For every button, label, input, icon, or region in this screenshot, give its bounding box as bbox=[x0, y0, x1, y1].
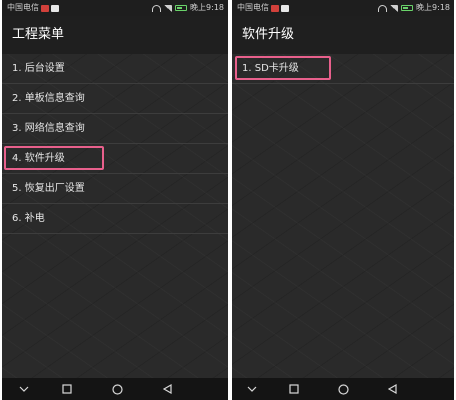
image-notification-icon bbox=[51, 4, 59, 12]
nav-bar bbox=[2, 378, 228, 400]
status-bar: 中国电信 晚上9:18 bbox=[2, 0, 228, 16]
status-bar: 中国电信 晚上9:18 bbox=[232, 0, 454, 16]
carrier-label: 中国电信 bbox=[7, 3, 39, 12]
wifi-icon bbox=[152, 4, 162, 12]
square-recent-icon[interactable] bbox=[57, 378, 77, 400]
menu-item-recharge[interactable]: 6. 补电 bbox=[2, 204, 228, 234]
carrier-area: 中国电信 bbox=[7, 0, 59, 16]
chevron-down-icon[interactable] bbox=[242, 378, 262, 400]
notification-icon bbox=[271, 4, 279, 12]
image-notification-icon bbox=[281, 4, 289, 12]
triangle-back-icon[interactable] bbox=[157, 378, 177, 400]
chevron-down-icon[interactable] bbox=[14, 378, 34, 400]
menu-item-factory-reset[interactable]: 5. 恢复出厂设置 bbox=[2, 174, 228, 204]
right-phone-screen: 中国电信 晚上9:18 软件升级 1. SD卡升级 bbox=[232, 0, 454, 400]
status-time: 晚上9:18 bbox=[190, 3, 224, 12]
carrier-label: 中国电信 bbox=[237, 3, 269, 12]
notification-icon bbox=[41, 4, 49, 12]
status-time: 晚上9:18 bbox=[416, 3, 450, 12]
menu-item-software-upgrade[interactable]: 4. 软件升级 bbox=[2, 144, 228, 174]
wifi-icon bbox=[378, 4, 388, 12]
circle-home-icon[interactable] bbox=[333, 378, 353, 400]
title-bar: 软件升级 bbox=[232, 16, 454, 54]
triangle-back-icon[interactable] bbox=[382, 378, 402, 400]
status-icons: 晚上9:18 bbox=[378, 0, 450, 16]
menu-item-network-info[interactable]: 3. 网络信息查询 bbox=[2, 114, 228, 144]
software-upgrade-menu: 1. SD卡升级 bbox=[232, 54, 454, 84]
page-title: 软件升级 bbox=[242, 27, 295, 42]
nav-bar bbox=[232, 378, 454, 400]
title-bar: 工程菜单 bbox=[2, 16, 228, 54]
signal-icon bbox=[390, 4, 399, 12]
status-icons: 晚上9:18 bbox=[152, 0, 224, 16]
menu-item-board-info[interactable]: 2. 单板信息查询 bbox=[2, 84, 228, 114]
page-title: 工程菜单 bbox=[12, 27, 65, 42]
battery-icon bbox=[401, 5, 414, 11]
left-phone-screen: 中国电信 晚上9:18 工程菜单 1. 后台设置 2. 单板信息查询 3. 网络… bbox=[2, 0, 228, 400]
circle-home-icon[interactable] bbox=[107, 378, 127, 400]
carrier-area: 中国电信 bbox=[237, 0, 289, 16]
square-recent-icon[interactable] bbox=[284, 378, 304, 400]
signal-icon bbox=[164, 4, 173, 12]
menu-item-sd-card-upgrade[interactable]: 1. SD卡升级 bbox=[232, 54, 454, 84]
battery-icon bbox=[175, 5, 188, 11]
menu-item-backend-settings[interactable]: 1. 后台设置 bbox=[2, 54, 228, 84]
engineering-menu: 1. 后台设置 2. 单板信息查询 3. 网络信息查询 4. 软件升级 5. 恢… bbox=[2, 54, 228, 234]
